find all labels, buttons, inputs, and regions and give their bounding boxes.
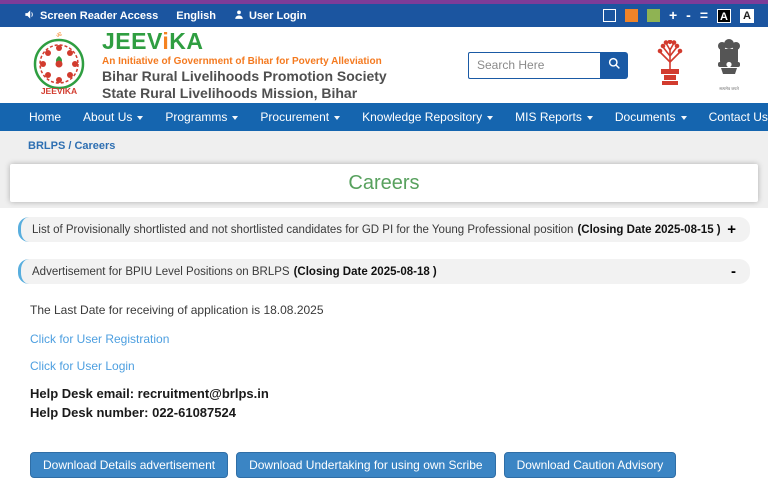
accordion-expanded-body: The Last Date for receiving of applicati… [0,301,768,420]
screen-reader-access-link[interactable]: Screen Reader Access [24,9,158,23]
accordion-closing-date: (Closing Date 2025-08-18 ) [294,266,437,278]
search-button[interactable] [600,52,628,79]
page-title-card: Careers [10,164,758,202]
nav-item-documents[interactable]: Documents [604,110,698,124]
download-undertaking-button[interactable]: Download Undertaking for using own Scrib… [236,452,495,478]
expand-icon[interactable]: + [727,222,736,237]
font-reset-button[interactable]: = [700,9,708,22]
user-login-label: User Login [249,10,306,22]
accordion-bpiu-positions[interactable]: Advertisement for BPIU Level Positions o… [18,259,750,284]
help-desk-number: Help Desk number: 022-61087524 [30,405,738,420]
logo-caption-text: JEEVIKA [41,86,77,96]
collapse-icon[interactable]: - [731,264,736,279]
font-increase-button[interactable]: + [669,9,677,22]
nav-item-knowledge-repository[interactable]: Knowledge Repository [351,110,504,124]
help-desk-email: Help Desk email: recruitment@brlps.in [30,386,738,401]
download-advertisement-button[interactable]: Download Details advertisement [30,452,228,478]
search-icon [608,57,621,73]
national-emblem-caption: सत्यमेव जयते [714,86,744,92]
jeevika-logo: ॐ JEEVIKA [26,30,92,101]
org-name-line2: State Rural Livelihoods Mission, Bihar [102,85,387,101]
svg-text:ॐ: ॐ [56,31,62,39]
user-registration-link[interactable]: Click for User Registration [30,332,738,346]
theme-orange-swatch[interactable] [625,9,638,22]
chevron-down-icon [487,116,493,120]
org-name-line1: Bihar Rural Livelihoods Promotion Societ… [102,68,387,84]
download-caution-advisory-button[interactable]: Download Caution Advisory [504,452,677,478]
language-toggle[interactable]: English [176,10,216,22]
screen-reader-label: Screen Reader Access [40,10,158,22]
national-emblem: सत्यमेव जयते [714,38,744,92]
utility-bar: Screen Reader Access English User Login … [0,4,768,27]
accordion-title: List of Provisionally shortlisted and no… [32,224,573,236]
chevron-down-icon [137,116,143,120]
search-box [468,52,628,79]
nav-item-programms[interactable]: Programms [154,110,249,124]
brand-name: JEEViKA [102,28,387,54]
language-label: English [176,10,216,22]
last-date-note: The Last Date for receiving of applicati… [30,303,738,317]
search-input[interactable] [468,52,600,79]
chevron-down-icon [587,116,593,120]
speaker-icon [24,9,35,23]
breadcrumb[interactable]: BRLPS / Careers [0,140,768,164]
archive-careers-row: >> Archive Careers >> [0,478,768,493]
nav-item-procurement[interactable]: Procurement [249,110,351,124]
user-icon [234,9,244,23]
chevron-down-icon [681,116,687,120]
brand-tagline: An Initiative of Government of Bihar for… [102,56,387,68]
theme-default-swatch[interactable] [603,9,616,22]
chevron-down-icon [232,116,238,120]
high-contrast-button[interactable]: A [717,9,731,23]
normal-contrast-button[interactable]: A [740,9,754,23]
download-buttons-row: Download Details advertisement Download … [0,424,768,478]
bihar-government-emblem [654,40,686,91]
accordion-young-professional[interactable]: List of Provisionally shortlisted and no… [18,217,750,242]
careers-content: List of Provisionally shortlisted and no… [0,208,768,493]
nav-item-about-us[interactable]: About Us [72,110,154,124]
user-login-link[interactable]: User Login [234,9,306,23]
accordion-title: Advertisement for BPIU Level Positions o… [32,266,290,278]
breadcrumb-band: BRLPS / Careers Careers [0,131,768,208]
nav-item-home[interactable]: Home [18,110,72,124]
user-login-link[interactable]: Click for User Login [30,359,738,373]
brand-block: JEEViKA An Initiative of Government of B… [102,28,387,101]
careers-page: Screen Reader Access English User Login … [0,0,768,493]
theme-green-swatch[interactable] [647,9,660,22]
chevron-down-icon [334,116,340,120]
main-nav: Home About Us Programms Procurement Know… [0,103,768,131]
accordion-closing-date: (Closing Date 2025-08-15 ) [577,224,720,236]
site-header: ॐ JEEVIKA JEEViKA An Initiative of Gover… [0,27,768,103]
page-title: Careers [348,172,419,195]
font-decrease-button[interactable]: - [686,9,691,22]
nav-item-contact-us[interactable]: Contact Us [698,110,768,124]
nav-item-mis-reports[interactable]: MIS Reports [504,110,604,124]
